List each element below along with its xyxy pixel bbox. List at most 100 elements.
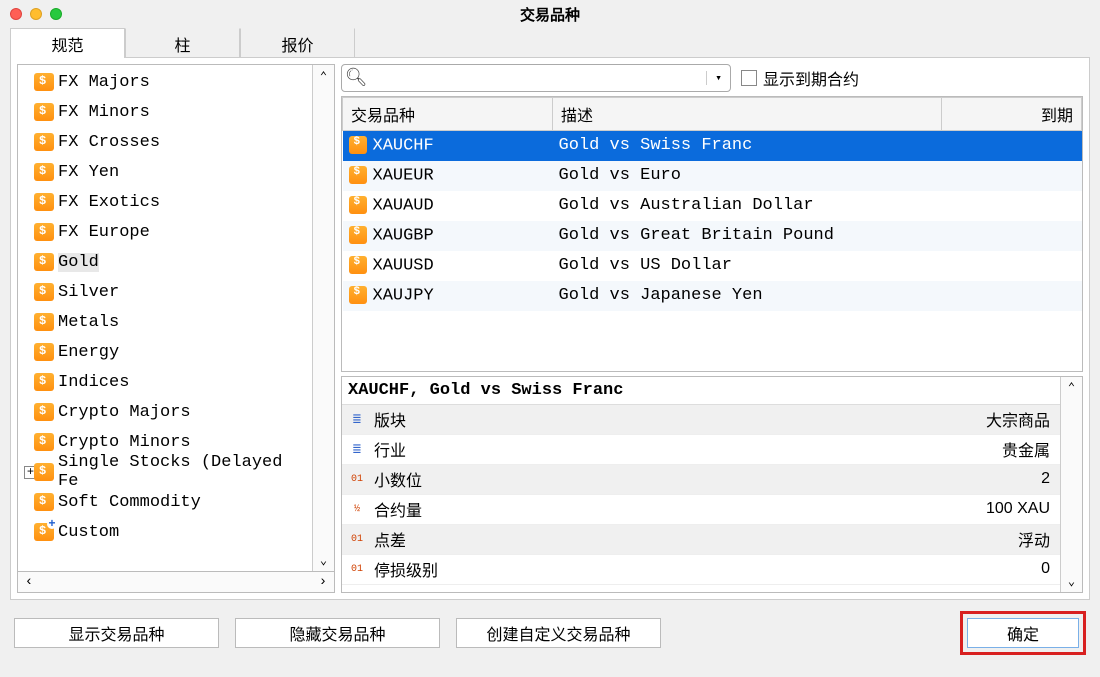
tree-item[interactable]: FX Majors [18,67,312,97]
search-input[interactable] [370,70,706,87]
detail-row: 01小数位2 [342,465,1060,495]
detail-vscrollbar[interactable] [1060,377,1082,593]
detail-key-label: 版块 [374,407,406,431]
show-expired-label: 显示到期合约 [763,66,859,90]
footer: 显示交易品种 隐藏交易品种 创建自定义交易品种 确定 [0,601,1100,655]
scroll-left-icon[interactable]: ‹ [18,572,40,592]
folder-dollar-icon [34,73,54,91]
tree-item-label: Crypto Minors [58,433,191,452]
folder-dollar-icon [34,493,54,511]
tree-item[interactable]: FX Crosses [18,127,312,157]
search-combo[interactable]: 🔍︎ ▾ [341,64,731,92]
scroll-down-icon[interactable] [313,549,334,571]
folder-dollar-icon [34,403,54,421]
detail-key-label: 点差 [374,527,406,551]
tree-item-label: FX Majors [58,73,150,92]
folder-dollar-icon [34,343,54,361]
table-row[interactable]: XAUGBPGold vs Great Britain Pound [343,221,1082,251]
detail-badge-icon [346,441,368,457]
folder-dollar-icon [34,433,54,451]
tree-item[interactable]: FX Exotics [18,187,312,217]
folder-dollar-icon [34,373,54,391]
tree-item-label: FX Exotics [58,193,160,212]
detail-row: 01停损级别0 [342,555,1060,585]
ok-button[interactable]: 确定 [967,618,1079,648]
tree-item-label: FX Minors [58,103,150,122]
tree-item[interactable]: Indices [18,367,312,397]
hide-symbol-button[interactable]: 隐藏交易品种 [235,618,440,648]
scroll-right-icon[interactable]: › [312,572,334,592]
tree-item-label: Soft Commodity [58,493,201,512]
tree-item[interactable]: FX Minors [18,97,312,127]
ok-highlight: 确定 [960,611,1086,655]
tree-item[interactable]: Silver [18,277,312,307]
detail-badge-icon: 01 [346,561,368,577]
tree-vscrollbar[interactable] [312,65,334,571]
folder-dollar-icon [34,463,54,481]
show-symbol-button[interactable]: 显示交易品种 [14,618,219,648]
table-empty-area [342,311,1082,371]
tree-item[interactable]: Crypto Majors [18,397,312,427]
detail-badge-icon: 01 [346,531,368,547]
category-tree: FX Majors FX Minors FX Crosses FX Yen FX Exo… [17,64,335,572]
table-row[interactable]: XAUEURGold vs Euro [343,161,1082,191]
tab-spec[interactable]: 规范 [10,28,125,58]
table-row[interactable]: XAUAUDGold vs Australian Dollar [343,191,1082,221]
scroll-up-icon[interactable] [313,65,334,87]
detail-row: ½合约量100 XAU [342,495,1060,525]
folder-dollar-icon [34,313,54,331]
detail-badge-icon [346,411,368,427]
tab-bar: 规范 柱 报价 [0,28,1100,58]
titlebar: 交易品种 [0,0,1100,28]
symbol-table: 交易品种 描述 到期 XAUCHFGold vs Swiss FrancXAUE… [341,96,1083,372]
dollar-icon [349,136,367,154]
tree-item[interactable]: FX Yen [18,157,312,187]
tree-item[interactable]: Gold [18,247,312,277]
checkbox-icon [741,70,757,86]
detail-value: 贵金属 [1002,437,1060,461]
dollar-icon [349,196,367,214]
col-desc[interactable]: 描述 [553,98,942,131]
table-row[interactable]: XAUCHFGold vs Swiss Franc [343,131,1082,161]
search-row: 🔍︎ ▾ 显示到期合约 [341,64,1083,92]
tree-item[interactable]: Soft Commodity [18,487,312,517]
tree-item-label: FX Yen [58,163,119,182]
tree-hscrollbar[interactable]: ‹ › [17,571,335,593]
detail-panel: XAUCHF, Gold vs Swiss Franc 版块大宗商品行业贵金属0… [341,376,1083,594]
detail-badge-icon: 01 [346,471,368,487]
show-expired-checkbox[interactable]: 显示到期合约 [741,66,859,90]
detail-row: 行业贵金属 [342,435,1060,465]
col-expiry[interactable]: 到期 [942,98,1082,131]
detail-row: 版块 大宗商品 [342,405,1060,435]
main-area: FX Majors FX Minors FX Crosses FX Yen FX Exo… [10,57,1090,600]
scroll-up-icon[interactable] [1061,377,1082,399]
table-row[interactable]: XAUJPYGold vs Japanese Yen [343,281,1082,311]
tree-item-label: Silver [58,283,119,302]
folder-dollar-icon [34,253,54,271]
chevron-down-icon[interactable]: ▾ [706,71,730,85]
tree-item-label: Crypto Majors [58,403,191,422]
detail-value: 浮动 [1018,527,1060,551]
tree-item[interactable]: Energy [18,337,312,367]
table-row[interactable]: XAUUSDGold vs US Dollar [343,251,1082,281]
tree-item[interactable]: Custom [18,517,312,547]
tree-item[interactable]: FX Europe [18,217,312,247]
dollar-icon [349,256,367,274]
scroll-down-icon[interactable] [1061,570,1082,592]
tree-item[interactable]: Metals [18,307,312,337]
tree-item-label: FX Europe [58,223,150,242]
detail-value: 2 [1041,470,1060,488]
col-symbol[interactable]: 交易品种 [343,98,553,131]
folder-dollar-icon [34,283,54,301]
tab-quote[interactable]: 报价 [240,28,355,58]
tree-item[interactable]: Single Stocks (Delayed Fe [18,457,312,487]
detail-row: 01 点差 浮动 [342,525,1060,555]
left-pane: FX Majors FX Minors FX Crosses FX Yen FX Exo… [11,58,341,599]
tree-item-label: Single Stocks (Delayed Fe [58,453,312,491]
right-pane: 🔍︎ ▾ 显示到期合约 交易品种 描述 到期 XAUCHFGold vs Swi… [341,58,1089,599]
dollar-icon [349,286,367,304]
create-custom-button[interactable]: 创建自定义交易品种 [456,618,661,648]
folder-dollar-icon [34,133,54,151]
tab-bar-chart[interactable]: 柱 [125,28,240,58]
detail-value: 大宗商品 [986,407,1060,431]
